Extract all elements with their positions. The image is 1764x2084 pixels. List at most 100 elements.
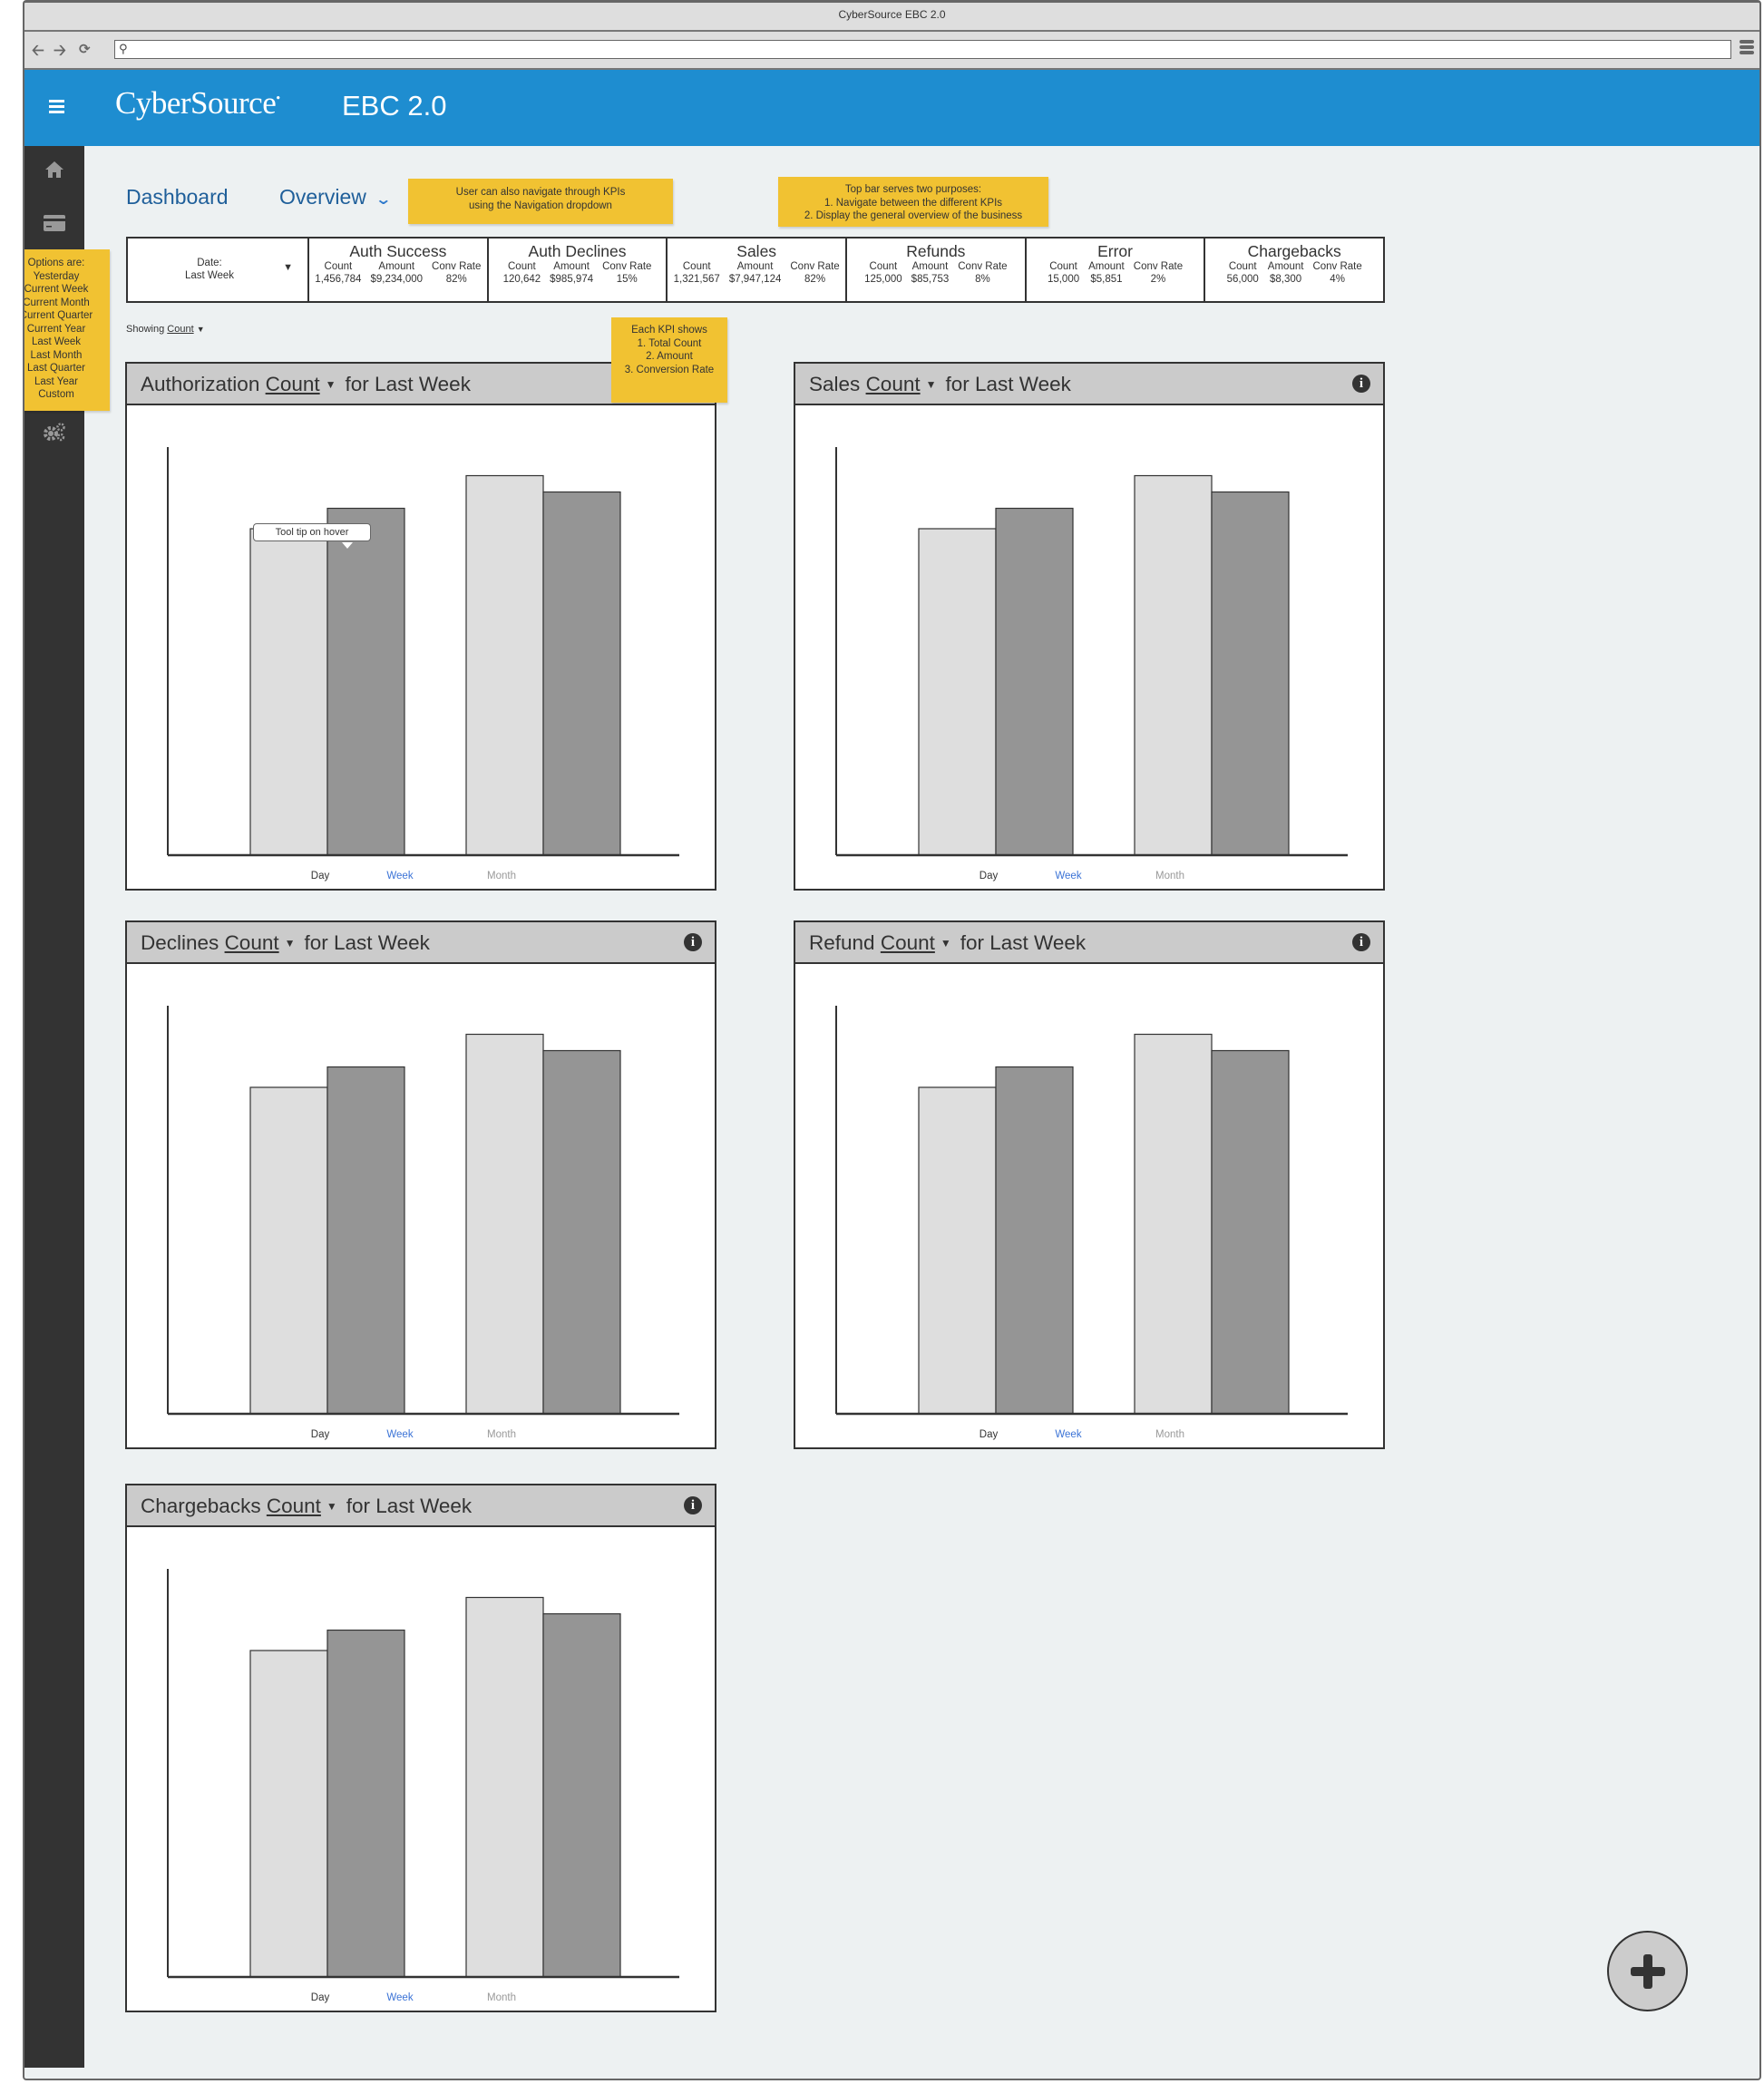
- bar[interactable]: [1134, 474, 1213, 856]
- brand-logo[interactable]: CyberSource•: [115, 85, 280, 122]
- overview-dropdown[interactable]: Overview ⌄: [279, 185, 392, 209]
- bar[interactable]: [1134, 1033, 1213, 1415]
- chart-panel-declines: Declines Count ▼ for Last Week i Day Week Mont…: [125, 920, 716, 1449]
- bar[interactable]: [918, 528, 997, 856]
- option-item: Current Week: [24, 284, 89, 295]
- kpi-title: Error: [1097, 242, 1133, 260]
- info-icon[interactable]: i: [684, 933, 702, 951]
- home-icon[interactable]: [24, 161, 84, 184]
- kpi-count-value: 56,000: [1226, 274, 1259, 285]
- info-icon[interactable]: i: [1352, 375, 1370, 393]
- gears-icon[interactable]: [24, 422, 84, 447]
- kpi-amount-value: $5,851: [1090, 274, 1123, 285]
- reload-icon[interactable]: ⟳: [79, 41, 91, 57]
- bar[interactable]: [918, 1086, 997, 1415]
- note-line: 3. Conversion Rate: [624, 364, 715, 375]
- panel-title: Refund Count ▼ for Last Week: [809, 931, 1086, 955]
- x-tick-label[interactable]: Week: [1055, 871, 1081, 881]
- panel-header: Refund Count ▼ for Last Week i: [795, 920, 1383, 964]
- kpi-cells: Auth Success Count 1,456,784 Amount $9,234,0…: [309, 239, 1383, 301]
- chart-panel-authorization: Authorization Count ▼ for Last Week Day Week…: [125, 362, 716, 891]
- metric-dropdown[interactable]: Count: [881, 931, 935, 954]
- x-tick-label[interactable]: Month: [1155, 871, 1184, 881]
- kpi-refunds[interactable]: Refunds Count 125,000 Amount $85,753 Conv Rat…: [847, 239, 1027, 301]
- x-tick-label[interactable]: Week: [1055, 1429, 1081, 1440]
- forward-arrow-icon[interactable]: 🡢: [54, 39, 66, 65]
- bar[interactable]: [326, 507, 405, 856]
- kpi-auth-success[interactable]: Auth Success Count 1,456,784 Amount $9,234,0…: [309, 239, 489, 301]
- bar[interactable]: [249, 1650, 328, 1978]
- bar[interactable]: [249, 528, 328, 856]
- bar[interactable]: [465, 1033, 544, 1415]
- x-tick-label[interactable]: Month: [487, 871, 516, 881]
- option-item: Current Year: [26, 323, 86, 335]
- add-widget-button[interactable]: [1607, 1931, 1688, 2011]
- x-tick-label[interactable]: Month: [487, 1429, 516, 1440]
- panel-title: Declines Count ▼ for Last Week: [141, 931, 430, 955]
- metric-dropdown[interactable]: Count: [225, 931, 279, 954]
- x-tick-label[interactable]: Day: [979, 1429, 999, 1440]
- kpi-amount-value: $85,753: [911, 274, 950, 285]
- kpi-amount-label: Amount: [1088, 261, 1125, 272]
- kpi-sales[interactable]: Sales Count 1,321,567 Amount $7,947,124 Conv …: [668, 239, 848, 301]
- caret-down-icon[interactable]: ▼: [326, 1500, 337, 1513]
- caret-down-icon[interactable]: ▼: [285, 937, 296, 949]
- showing-value: Count: [167, 324, 194, 335]
- bar[interactable]: [326, 1629, 405, 1978]
- bar[interactable]: [542, 1612, 621, 1978]
- brand-mark: •: [276, 92, 280, 106]
- x-tick-label[interactable]: Day: [311, 1992, 330, 2003]
- bar[interactable]: [1211, 1049, 1290, 1415]
- caret-down-icon[interactable]: ▼: [926, 378, 937, 391]
- x-tick-label[interactable]: Week: [386, 1992, 413, 2003]
- url-input[interactable]: ⚲: [114, 40, 1731, 59]
- x-tick-label[interactable]: Week: [386, 871, 413, 881]
- hamburger-icon[interactable]: [49, 100, 64, 116]
- kpi-amount-value: $7,947,124: [728, 274, 782, 285]
- bar[interactable]: [465, 1596, 544, 1978]
- bar[interactable]: [465, 474, 544, 856]
- bar[interactable]: [1211, 491, 1290, 856]
- showing-selector[interactable]: Showing Count ▼: [126, 324, 205, 335]
- bar[interactable]: [995, 1066, 1074, 1415]
- x-tick-label[interactable]: Month: [1155, 1429, 1184, 1440]
- breadcrumb-dashboard[interactable]: Dashboard: [126, 185, 229, 209]
- kpi-shows-note: Each KPI shows 1. Total Count 2. Amount …: [611, 317, 727, 403]
- kpi-error[interactable]: Error Count 15,000 Amount $5,851 Conv Rate 2%: [1027, 239, 1206, 301]
- kpi-chargebacks[interactable]: Chargebacks Count 56,000 Amount $8,300 Conv R…: [1205, 239, 1383, 301]
- bar[interactable]: [995, 507, 1074, 856]
- kpi-auth-declines[interactable]: Auth Declines Count 120,642 Amount $985,974 C…: [489, 239, 668, 301]
- bar[interactable]: [326, 1066, 405, 1415]
- info-icon[interactable]: i: [1352, 933, 1370, 951]
- metric-dropdown[interactable]: Count: [267, 1495, 321, 1517]
- browser-menu-icon[interactable]: [1740, 40, 1754, 56]
- date-selector[interactable]: Date: Last Week ▼: [128, 239, 309, 301]
- kpi-amount-label: Amount: [1267, 261, 1304, 272]
- option-item: Last Quarter: [27, 363, 85, 374]
- showing-label: Showing: [126, 324, 165, 335]
- option-item: Last Month: [30, 349, 83, 361]
- panel-period: for Last Week: [960, 931, 1087, 954]
- x-tick-label[interactable]: Day: [311, 871, 330, 881]
- bar[interactable]: [542, 491, 621, 856]
- x-tick-label[interactable]: Day: [311, 1429, 330, 1440]
- kpi-amount-label: Amount: [736, 261, 774, 272]
- bar[interactable]: [542, 1049, 621, 1415]
- metric-dropdown[interactable]: Count: [266, 373, 320, 395]
- x-tick-label[interactable]: Day: [979, 871, 999, 881]
- caret-down-icon[interactable]: ▼: [326, 378, 336, 391]
- panel-kpi-name: Declines: [141, 931, 219, 954]
- metric-dropdown[interactable]: Count: [866, 373, 921, 395]
- brand-name: CyberSource: [115, 85, 277, 121]
- x-tick-label[interactable]: Month: [487, 1992, 516, 2003]
- caret-down-icon[interactable]: ▼: [940, 937, 951, 949]
- back-arrow-icon[interactable]: 🡠: [32, 39, 44, 65]
- kpi-count-value: 15,000: [1047, 274, 1080, 285]
- info-icon[interactable]: i: [684, 1496, 702, 1514]
- credit-card-icon[interactable]: [24, 215, 84, 237]
- bar-chart: Day Week Month: [167, 1006, 679, 1440]
- x-tick-label[interactable]: Week: [386, 1429, 413, 1440]
- kpi-count-label: Count: [682, 261, 711, 272]
- kpi-count-label: Count: [1228, 261, 1257, 272]
- bar[interactable]: [249, 1086, 328, 1415]
